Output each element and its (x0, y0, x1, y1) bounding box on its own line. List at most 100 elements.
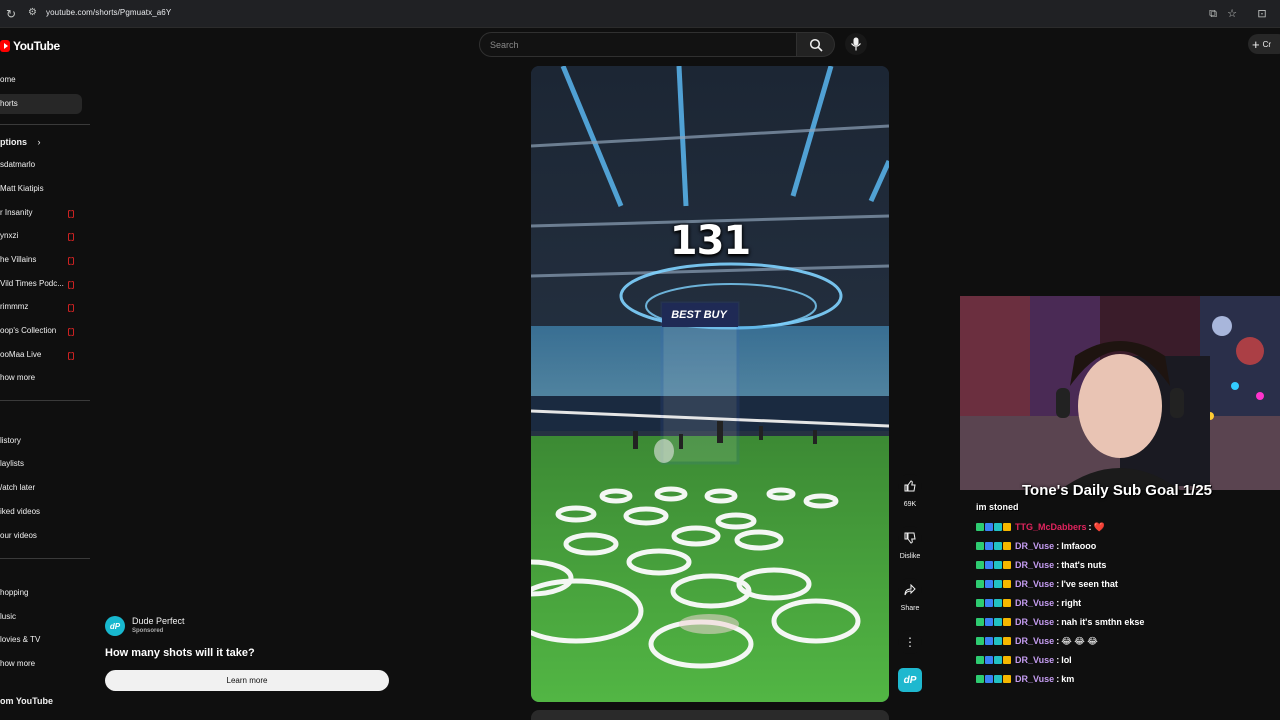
sidebar-item-home[interactable]: ome (0, 70, 82, 90)
subscription-label: ynxzi (0, 231, 19, 240)
chat-badges (976, 542, 1011, 550)
advertiser-avatar[interactable]: dP (105, 616, 125, 636)
chat-badges (976, 561, 1011, 569)
site-info-icon[interactable]: ⚙ (28, 7, 40, 19)
chat-message-text: nah it's smthn ekse (1061, 617, 1145, 627)
sidebar-show-more[interactable]: how more (0, 654, 82, 674)
live-icon (68, 281, 74, 289)
dislike-button[interactable]: Dislike (896, 526, 924, 560)
sidebar-item-watch-later[interactable]: /atch later (0, 478, 82, 498)
sidebar-item-subscription[interactable]: Vild Times Podc... (0, 274, 82, 294)
search-icon (809, 38, 823, 52)
sidebar-item-subscription[interactable]: rimmmz (0, 297, 82, 317)
sidebar-item-subscription[interactable]: sdatmarlo (0, 155, 82, 175)
sidebar-item-subscription[interactable]: ooMaa Live (0, 345, 82, 365)
chat-username: DR_Vuse (1015, 579, 1055, 589)
advertiser-name[interactable]: Dude Perfect (132, 616, 185, 626)
create-button[interactable]: + Cr (1248, 34, 1280, 54)
chat-badges (976, 580, 1011, 588)
badge-icon (976, 637, 984, 645)
sidebar-item-liked-videos[interactable]: iked videos (0, 502, 82, 522)
chat-header-text: im stoned (976, 502, 1019, 512)
reload-icon[interactable]: ↻ (4, 7, 18, 21)
sidebar-item-shorts[interactable]: horts (0, 94, 82, 114)
chat-badges (976, 637, 1011, 645)
subscription-label: he Villains (0, 255, 37, 264)
chat-badges (976, 675, 1011, 683)
chat-message: TTG_McDabbers: ❤️ (976, 520, 1105, 534)
more-vertical-icon: ⋮ (898, 630, 922, 654)
next-short-preview[interactable] (531, 710, 889, 720)
chat-badges (976, 599, 1011, 607)
badge-icon (976, 542, 984, 550)
sidebar-item-shopping[interactable]: hopping (0, 583, 82, 603)
learn-more-button[interactable]: Learn more (105, 670, 389, 691)
sidebar-item-your-videos[interactable]: our videos (0, 526, 82, 546)
badge-icon (994, 637, 1002, 645)
badge-icon (1003, 561, 1011, 569)
badge-icon (976, 580, 984, 588)
sidebar: ome horts ptions › sdatmarlo Matt Kiatip… (0, 66, 90, 720)
more-actions-button[interactable]: ⋮ (896, 630, 924, 654)
streamer-webcam (960, 296, 1280, 490)
search-button[interactable] (797, 32, 835, 57)
badge-icon (994, 675, 1002, 683)
subscription-label: oop's Collection (0, 326, 57, 335)
ad-title: How many shots will it take? (105, 647, 255, 659)
sidebar-item-history[interactable]: listory (0, 431, 82, 451)
youtube-logo[interactable]: YouTube (0, 38, 60, 54)
show-more-label: how more (0, 373, 36, 382)
chevron-right-icon: › (37, 137, 41, 147)
badge-icon (1003, 637, 1011, 645)
channel-avatar[interactable]: dP (898, 668, 922, 692)
sidebar-item-subscription[interactable]: he Villains (0, 250, 82, 270)
best-buy-sign: BEST BUY (671, 309, 727, 321)
sidebar-item-subscription[interactable]: Matt Kiatipis (0, 179, 82, 199)
address-bar[interactable]: youtube.com/shorts/Pgmuatx_a6Y (46, 8, 171, 17)
sidebar-item-movies-tv[interactable]: lovies & TV (0, 630, 82, 650)
chat-message: DR_Vuse: that's nuts (976, 558, 1106, 572)
sidebar-item-music[interactable]: lusic (0, 607, 82, 627)
chat-separator: : (1056, 560, 1060, 570)
chat-separator: : (1088, 522, 1092, 532)
badge-icon (985, 523, 993, 531)
chat-badges (976, 656, 1011, 664)
sidebar-item-subscription[interactable]: r Insanity (0, 203, 82, 223)
thumbs-down-icon (898, 526, 922, 550)
install-app-icon[interactable]: ⧉ (1206, 7, 1220, 21)
chat-message: DR_Vuse: lol (976, 653, 1072, 667)
extensions-icon[interactable]: ⊡ (1255, 7, 1269, 21)
sidebar-item-playlists[interactable]: laylists (0, 454, 82, 474)
sidebar-show-more[interactable]: how more (0, 368, 82, 388)
create-label: Cr (1262, 39, 1272, 49)
badge-icon (994, 523, 1002, 531)
sidebar-item-subscription[interactable]: ynxzi (0, 226, 82, 246)
chat-message: DR_Vuse: lmfaooo (976, 539, 1096, 553)
badge-icon (985, 542, 993, 550)
badge-icon (985, 580, 993, 588)
sidebar-divider (0, 400, 90, 401)
more-from-youtube-heading: om YouTube (0, 696, 53, 706)
share-button[interactable]: Share (896, 578, 924, 612)
voice-search-button[interactable] (845, 33, 867, 55)
like-count: 69K (903, 501, 917, 508)
chat-separator: : (1056, 674, 1060, 684)
chat-message-text: that's nuts (1061, 560, 1107, 570)
sidebar-item-subscription[interactable]: oop's Collection (0, 321, 82, 341)
search-input[interactable] (480, 33, 796, 56)
badge-icon (994, 656, 1002, 664)
chat-message: DR_Vuse: km (976, 672, 1074, 686)
like-button[interactable]: 69K (896, 474, 924, 508)
shot-counter: 131 (669, 218, 752, 264)
chat-username: DR_Vuse (1015, 655, 1055, 665)
sponsored-label: Sponsored (132, 628, 164, 634)
sidebar-divider (0, 558, 90, 559)
chat-message: DR_Vuse: I've seen that (976, 577, 1118, 591)
subscriptions-heading[interactable]: ptions › (0, 137, 41, 147)
chat-separator: : (1056, 655, 1060, 665)
badge-icon (985, 599, 993, 607)
bookmark-star-icon[interactable]: ☆ (1225, 7, 1239, 21)
plus-icon: + (1252, 36, 1260, 52)
shorts-video-player[interactable]: BEST BUY 131 (531, 66, 889, 702)
chat-message-text: lmfaooo (1061, 541, 1097, 551)
